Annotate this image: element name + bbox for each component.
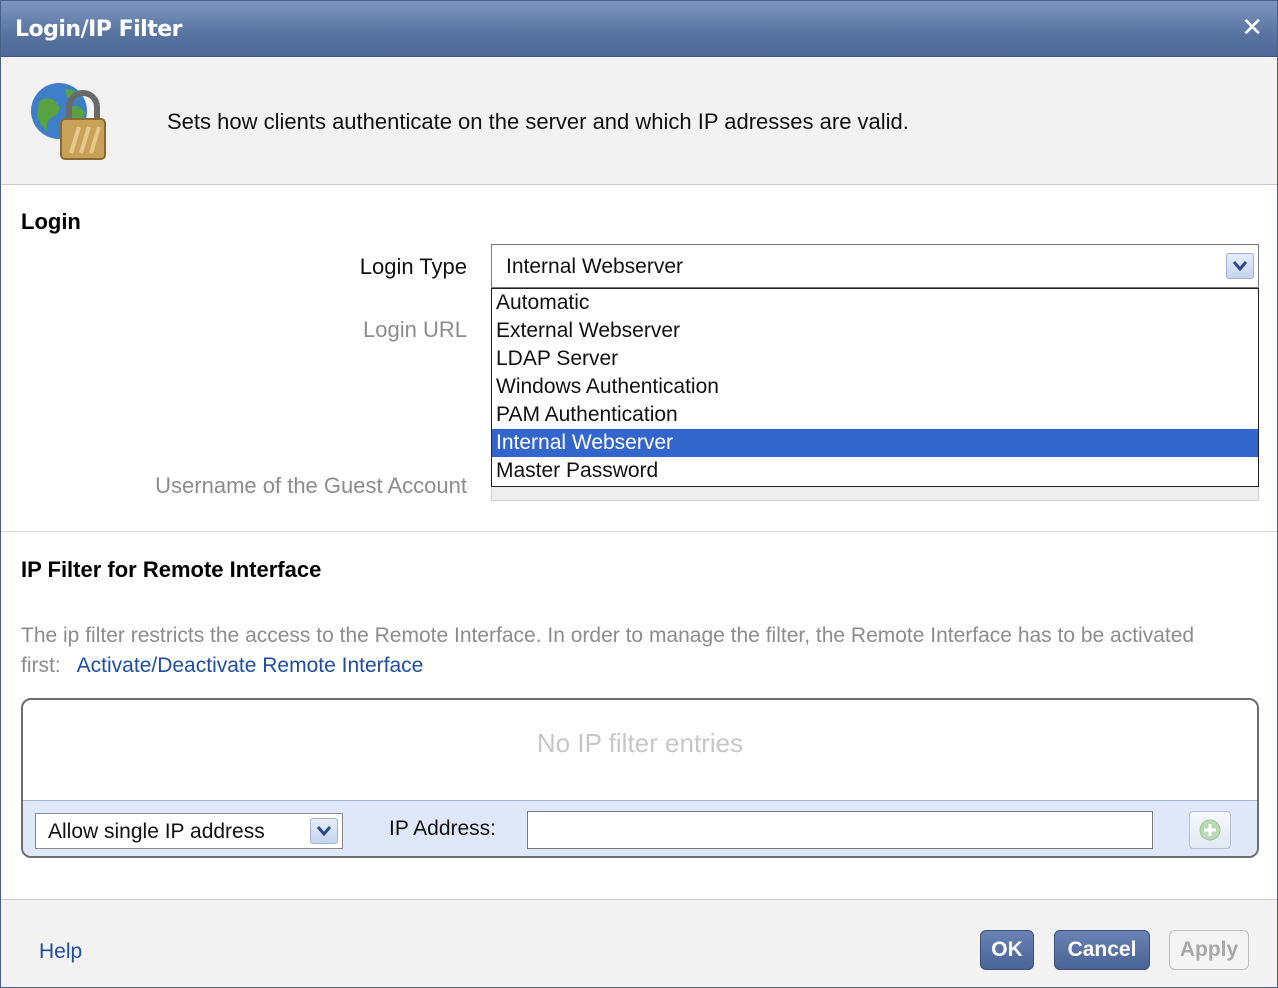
dropdown-option-external-webserver[interactable]: External Webserver bbox=[492, 317, 1258, 345]
plus-icon bbox=[1199, 819, 1221, 841]
header-band: Sets how clients authenticate on the ser… bbox=[1, 57, 1277, 185]
guest-account-label: Username of the Guest Account bbox=[155, 473, 467, 498]
window-title: Login/IP Filter bbox=[15, 17, 183, 42]
ip-filter-mode-value: Allow single IP address bbox=[48, 820, 265, 843]
apply-button[interactable]: Apply bbox=[1169, 930, 1249, 970]
dropdown-option-windows-authentication[interactable]: Windows Authentication bbox=[492, 373, 1258, 401]
globe-lock-icon bbox=[31, 83, 106, 160]
dropdown-option-pam-authentication[interactable]: PAM Authentication bbox=[492, 401, 1258, 429]
login-ip-filter-dialog: Login/IP Filter ✕ Sets how clients authe… bbox=[0, 0, 1278, 988]
login-url-label: Login URL bbox=[363, 317, 467, 342]
login-type-label: Login Type bbox=[359, 254, 467, 279]
dialog-footer: Help OK Cancel Apply bbox=[1, 899, 1277, 987]
chevron-down-icon[interactable] bbox=[310, 818, 338, 844]
section-divider bbox=[1, 531, 1277, 532]
login-section-title: Login bbox=[21, 209, 81, 234]
dropdown-option-ldap-server[interactable]: LDAP Server bbox=[492, 345, 1258, 373]
help-link[interactable]: Help bbox=[39, 940, 82, 964]
add-ip-button[interactable] bbox=[1189, 811, 1231, 849]
ip-filter-mode-select[interactable]: Allow single IP address bbox=[35, 813, 343, 849]
ip-address-input[interactable] bbox=[527, 811, 1153, 849]
title-bar: Login/IP Filter ✕ bbox=[1, 1, 1277, 57]
cancel-button[interactable]: Cancel bbox=[1054, 930, 1150, 970]
ip-address-label: IP Address: bbox=[389, 817, 497, 840]
activate-remote-interface-link[interactable]: Activate/Deactivate Remote Interface bbox=[77, 654, 424, 677]
ip-filter-empty-text: No IP filter entries bbox=[536, 728, 744, 758]
login-type-select[interactable]: Internal Webserver bbox=[491, 244, 1259, 288]
login-type-dropdown-list[interactable]: Automatic External Webserver LDAP Server… bbox=[491, 288, 1259, 487]
ip-filter-section-title: IP Filter for Remote Interface bbox=[21, 557, 322, 582]
login-type-value: Internal Webserver bbox=[506, 255, 684, 278]
ip-filter-panel: No IP filter entries Allow single IP add… bbox=[21, 698, 1259, 858]
dropdown-option-master-password[interactable]: Master Password bbox=[492, 457, 1258, 485]
dropdown-option-internal-webserver[interactable]: Internal Webserver bbox=[492, 429, 1258, 457]
ip-filter-description: The ip filter restricts the access to th… bbox=[21, 621, 1261, 681]
header-description: Sets how clients authenticate on the ser… bbox=[167, 109, 909, 134]
dropdown-option-automatic[interactable]: Automatic bbox=[492, 289, 1258, 317]
ip-filter-toolbar: Allow single IP address IP Address: bbox=[23, 800, 1257, 856]
close-icon[interactable]: ✕ bbox=[1241, 13, 1263, 41]
chevron-down-icon[interactable] bbox=[1226, 253, 1254, 279]
ok-button[interactable]: OK bbox=[980, 930, 1034, 970]
